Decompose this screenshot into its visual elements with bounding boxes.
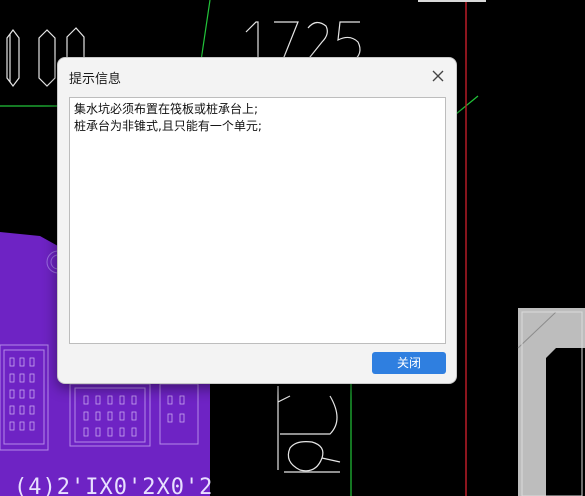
close-icon[interactable] bbox=[430, 68, 446, 84]
cad-wall-element-right bbox=[517, 308, 585, 496]
message-text-area[interactable]: 集水坑必须布置在筏板或桩承台上; 桩承台为非锥式,且只能有一个单元; bbox=[69, 97, 446, 344]
message-line: 桩承台为非锥式,且只能有一个单元; bbox=[74, 119, 262, 133]
cad-element-top-right bbox=[418, 0, 486, 2]
cad-slab-label: (4)2'IX0'2X0'2 bbox=[14, 475, 213, 496]
close-button[interactable]: 关闭 bbox=[372, 352, 446, 374]
dialog-title: 提示信息 bbox=[69, 72, 122, 87]
message-line: 集水坑必须布置在筏板或桩承台上; bbox=[74, 102, 259, 116]
message-dialog: 提示信息 集水坑必须布置在筏板或桩承台上; 桩承台为非锥式,且只能有一个单元; … bbox=[57, 57, 457, 384]
cad-dimension-text-bottom bbox=[277, 386, 341, 473]
